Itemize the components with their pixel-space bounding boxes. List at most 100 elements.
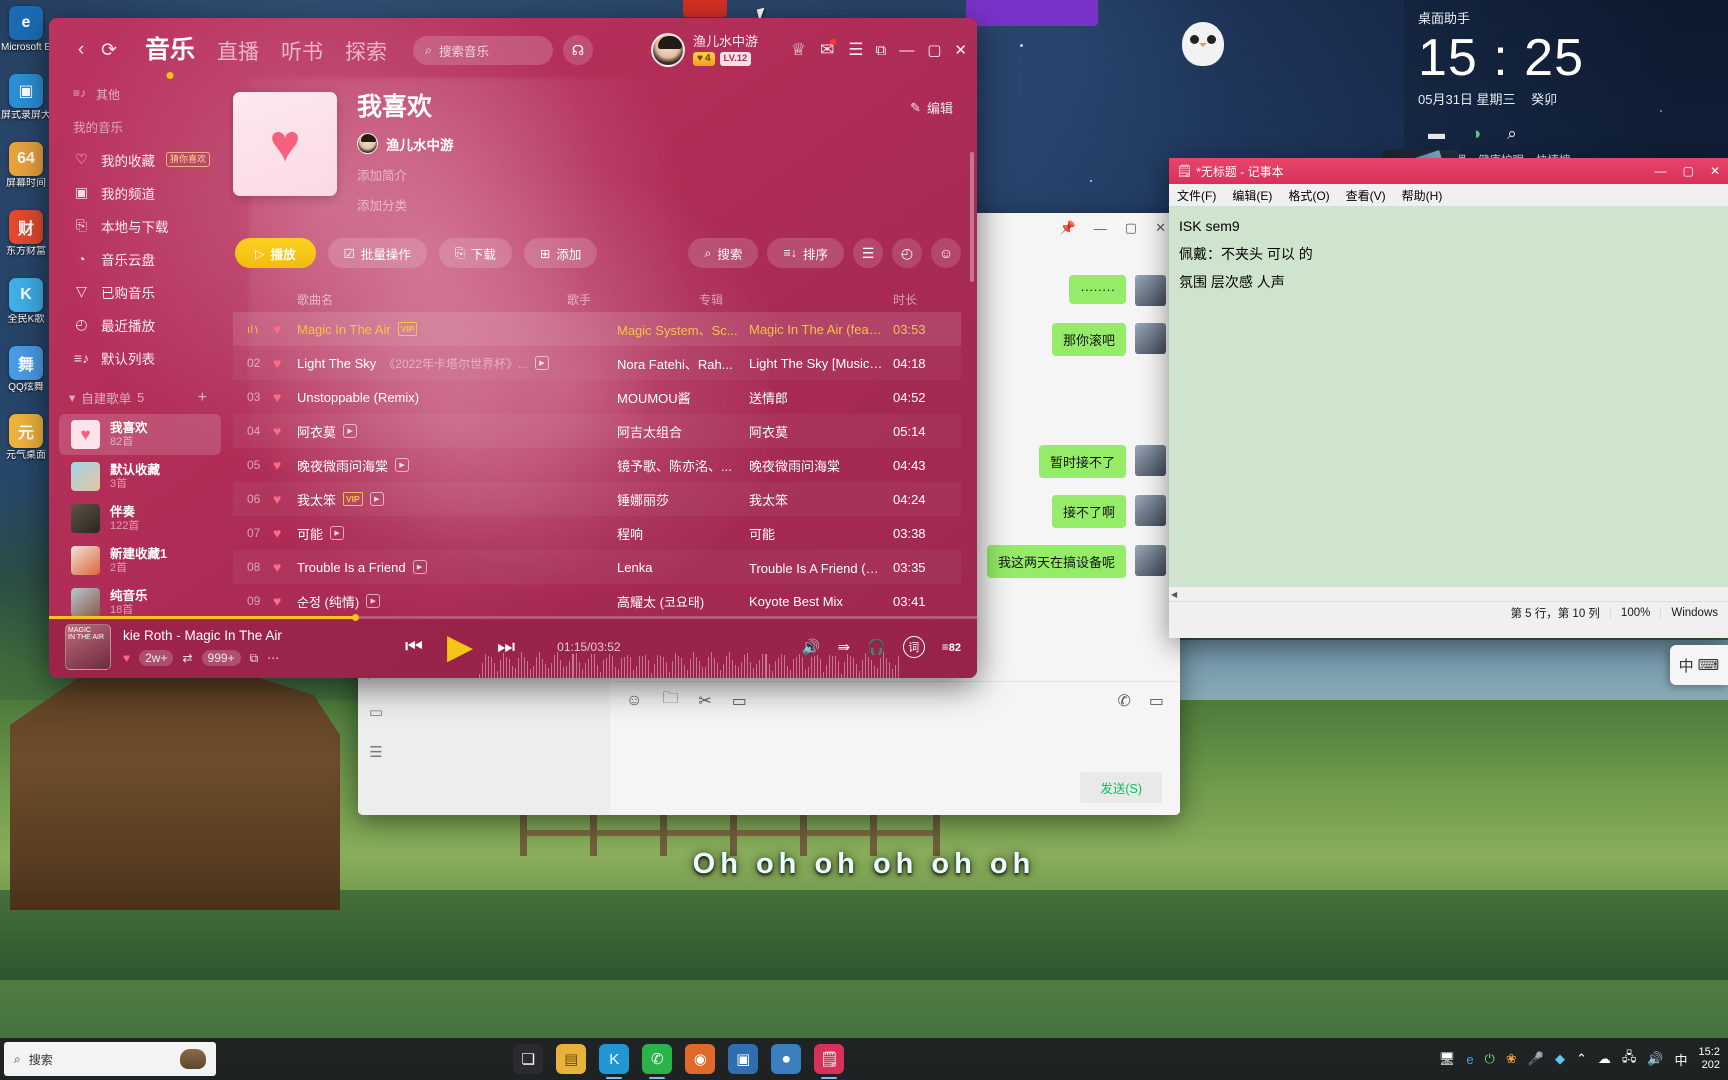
mv-icon[interactable]: ▶ <box>412 560 427 574</box>
scissors-icon[interactable]: ✂ <box>698 691 711 711</box>
search-songs-button[interactable]: ⌕ 搜索 <box>688 238 759 268</box>
heart-icon[interactable]: ♥ <box>273 457 297 473</box>
phone-icon[interactable]: ✆ <box>1117 691 1130 711</box>
lyrics-icon[interactable]: 词 <box>902 636 925 658</box>
heart-icon[interactable]: ♥ <box>273 389 297 405</box>
maximize-button[interactable]: ▢ <box>1683 164 1694 178</box>
ime-label[interactable]: 中 <box>1675 1050 1688 1069</box>
mv-icon[interactable]: ▶ <box>395 458 410 472</box>
table-row[interactable]: 03 ♥ Unstoppable (Remix) MOUMOU酱 送情郎 04:… <box>233 380 961 414</box>
table-row[interactable]: 09 ♥ 순정 (纯情) ▶ 高耀太 (코요태) Koyote Best Mix… <box>233 584 961 618</box>
sidebar-item-favorites[interactable]: ♡ 我的收藏 猜你喜欢 <box>49 143 229 176</box>
more-icon[interactable]: ▭ <box>732 691 747 711</box>
power-icon[interactable]: ⏻ <box>1485 1051 1495 1067</box>
taskbar-app-browser[interactable]: ◉ <box>685 1044 716 1074</box>
mv-icon[interactable]: ▶ <box>330 526 345 540</box>
menu-view[interactable]: 查看(V) <box>1346 187 1386 204</box>
kugou-music-window[interactable]: ‹ ⟳ 音乐 直播 听书 探索 ⌕ 搜索音乐 ☊ 渔儿水中游 ♥ 4 LV.12 … <box>49 18 977 678</box>
heart-icon[interactable]: ♥ <box>123 651 130 665</box>
desktop-icon-screen-time[interactable]: 64 屏幕时间 <box>0 142 52 208</box>
shield-icon[interactable]: ◆ <box>1555 1051 1565 1067</box>
taskbar-clock[interactable]: 15:2 202 <box>1699 1046 1720 1072</box>
mv-icon[interactable]: ▶ <box>366 594 381 608</box>
user-profile[interactable]: 渔儿水中游 ♥ 4 LV.12 <box>651 33 758 67</box>
sidebar-item-channels[interactable]: ▣ 我的频道 <box>49 176 229 209</box>
menu-format[interactable]: 格式(O) <box>1288 187 1329 204</box>
sidebar-item-default-list[interactable]: ≡♪ 默认列表 <box>49 341 229 374</box>
prev-icon[interactable]: ⏮ <box>405 636 423 659</box>
table-row[interactable]: 06 ♥ 我太笨 VIP ▶ 锤娜丽莎 我太笨 04:24 <box>233 482 961 516</box>
search-input[interactable]: ⌕ 搜索音乐 <box>413 35 554 65</box>
sidebar-item-local-downloads[interactable]: ⎘ 本地与下载 <box>49 209 229 242</box>
chevron-left-icon[interactable]: ◀ <box>1171 590 1177 599</box>
menu-file[interactable]: 文件(F) <box>1177 187 1216 204</box>
pin-icon[interactable]: 📌 <box>1060 220 1076 236</box>
close-button[interactable]: ✕ <box>954 41 967 59</box>
external-link-icon[interactable]: ⧉ <box>250 651 259 666</box>
folder-icon[interactable]: 🗀 <box>662 687 678 714</box>
refresh-icon[interactable]: ⟳ <box>95 36 123 64</box>
message-bubble[interactable]: 我这两天在搞设备呢 <box>986 545 1127 578</box>
mic-icon[interactable]: 🎤 <box>1528 1051 1544 1067</box>
assistant-clean-icon[interactable]: ▬ <box>1428 124 1445 144</box>
notepad-horizontal-scrollbar[interactable]: ◀ <box>1169 586 1728 601</box>
ime-indicator[interactable]: 中 ⌨ <box>1670 645 1728 685</box>
mv-icon[interactable]: ▶ <box>534 356 549 370</box>
back-icon[interactable]: ‹ <box>67 36 95 64</box>
heart-icon[interactable]: ♥ <box>273 559 297 575</box>
mv-icon[interactable]: ▶ <box>369 492 384 506</box>
batch-operations-button[interactable]: ☑ 批量操作 <box>327 238 427 268</box>
close-button[interactable]: ✕ <box>1155 220 1166 236</box>
emoji-icon[interactable]: ☺ <box>626 692 642 710</box>
heart-icon[interactable]: ♥ <box>273 593 297 609</box>
assistant-search-icon[interactable]: ⌕ <box>1507 124 1517 144</box>
shirt-icon[interactable]: ♕ <box>791 40 806 60</box>
voice-search-icon[interactable]: ☊ <box>563 35 594 65</box>
more-icon[interactable]: ⋯ <box>267 651 279 665</box>
notepad-text-area[interactable]: ISK sem9 佩戴：不夹头 可以 的 氛围 层次感 人声 <box>1169 206 1728 586</box>
playlist-owner[interactable]: 渔儿水中游 <box>357 133 454 154</box>
taskbar-app-recorder[interactable]: ⏺ <box>771 1044 802 1074</box>
maximize-button[interactable]: ▢ <box>1125 220 1137 236</box>
clock-icon[interactable]: ◴ <box>892 238 922 268</box>
tab-explore[interactable]: 探索 <box>345 36 387 70</box>
mini-player-icon[interactable]: ⧉ <box>876 42 887 59</box>
desktop-icon-eastmoney[interactable]: 财 东方财富 <box>0 210 52 276</box>
sidebar-playlist-wo-xihuan[interactable]: ♥ 我喜欢 82首 <box>59 414 221 455</box>
sidebar-item-cloud-disk[interactable]: ◔ 音乐云盘 <box>49 242 229 275</box>
edit-playlist-button[interactable]: ✎ 编辑 <box>910 98 953 117</box>
plus-icon[interactable]: + <box>198 389 207 407</box>
cloud-icon[interactable]: ☁ <box>1598 1051 1611 1067</box>
table-row[interactable]: ıl۱ ♥ Magic In The Air VIP Magic System、… <box>233 312 961 346</box>
table-row[interactable]: 04 ♥ 阿衣莫 ▶ 阿吉太组合 阿衣莫 05:14 <box>233 414 961 448</box>
desktop-icon-edge[interactable]: e Microsoft Edge <box>0 6 52 72</box>
notepad-window[interactable]: 🗒 *无标题 - 记事本 — ▢ ✕ 文件(F) 编辑(E) 格式(O) 查看(… <box>1169 158 1728 638</box>
notification-tab[interactable] <box>683 0 727 17</box>
comment-count-badge[interactable]: 999+ <box>201 650 241 666</box>
assistant-eyecare-icon[interactable]: ◑ <box>1471 124 1481 144</box>
add-category-link[interactable]: 添加分类 <box>357 195 454 214</box>
video-icon[interactable]: ▭ <box>1149 691 1164 711</box>
monitor-icon[interactable]: 🖥 <box>1439 1051 1456 1067</box>
minimize-button[interactable]: — <box>1655 164 1667 178</box>
close-button[interactable]: ✕ <box>1710 164 1720 178</box>
list-view-icon[interactable]: ☰ <box>853 238 883 268</box>
tab-audiobook[interactable]: 听书 <box>281 36 323 70</box>
maximize-button[interactable]: ▢ <box>927 41 941 59</box>
sort-button[interactable]: ≡↓ 排序 <box>767 238 844 268</box>
sidebar-playlist-new-fav-1[interactable]: 新建收藏1 2首 <box>59 540 221 581</box>
desktop-icon-yuanqi-desktop[interactable]: 元 元气桌面 <box>0 414 52 480</box>
mail-icon[interactable]: ✉ <box>820 39 837 60</box>
message-bubble[interactable]: 那你滚吧 <box>1051 323 1127 356</box>
heart-icon[interactable]: ♥ <box>273 321 297 337</box>
taskbar-app-kugou[interactable]: K <box>599 1044 630 1074</box>
flower-icon[interactable]: ❀ <box>1506 1051 1517 1067</box>
sidebar-playlist-banzou[interactable]: 伴奏 122首 <box>59 498 221 539</box>
taskbar-search[interactable]: ⌕ 搜索 <box>4 1042 216 1076</box>
taskbar-app-file-explorer[interactable]: ▤ <box>556 1044 587 1074</box>
table-row[interactable]: 02 ♥ Light The Sky 《2022年卡塔尔世界杯》... ▶ No… <box>233 346 961 380</box>
playlist-icon[interactable]: ≡82 <box>942 640 961 654</box>
rail-menu-icon[interactable]: ☰ <box>369 743 382 761</box>
mv-icon[interactable]: ▶ <box>343 424 358 438</box>
desktop-icon-screen-recorder[interactable]: ▣ 屏式录屏大 师 <box>0 74 52 140</box>
